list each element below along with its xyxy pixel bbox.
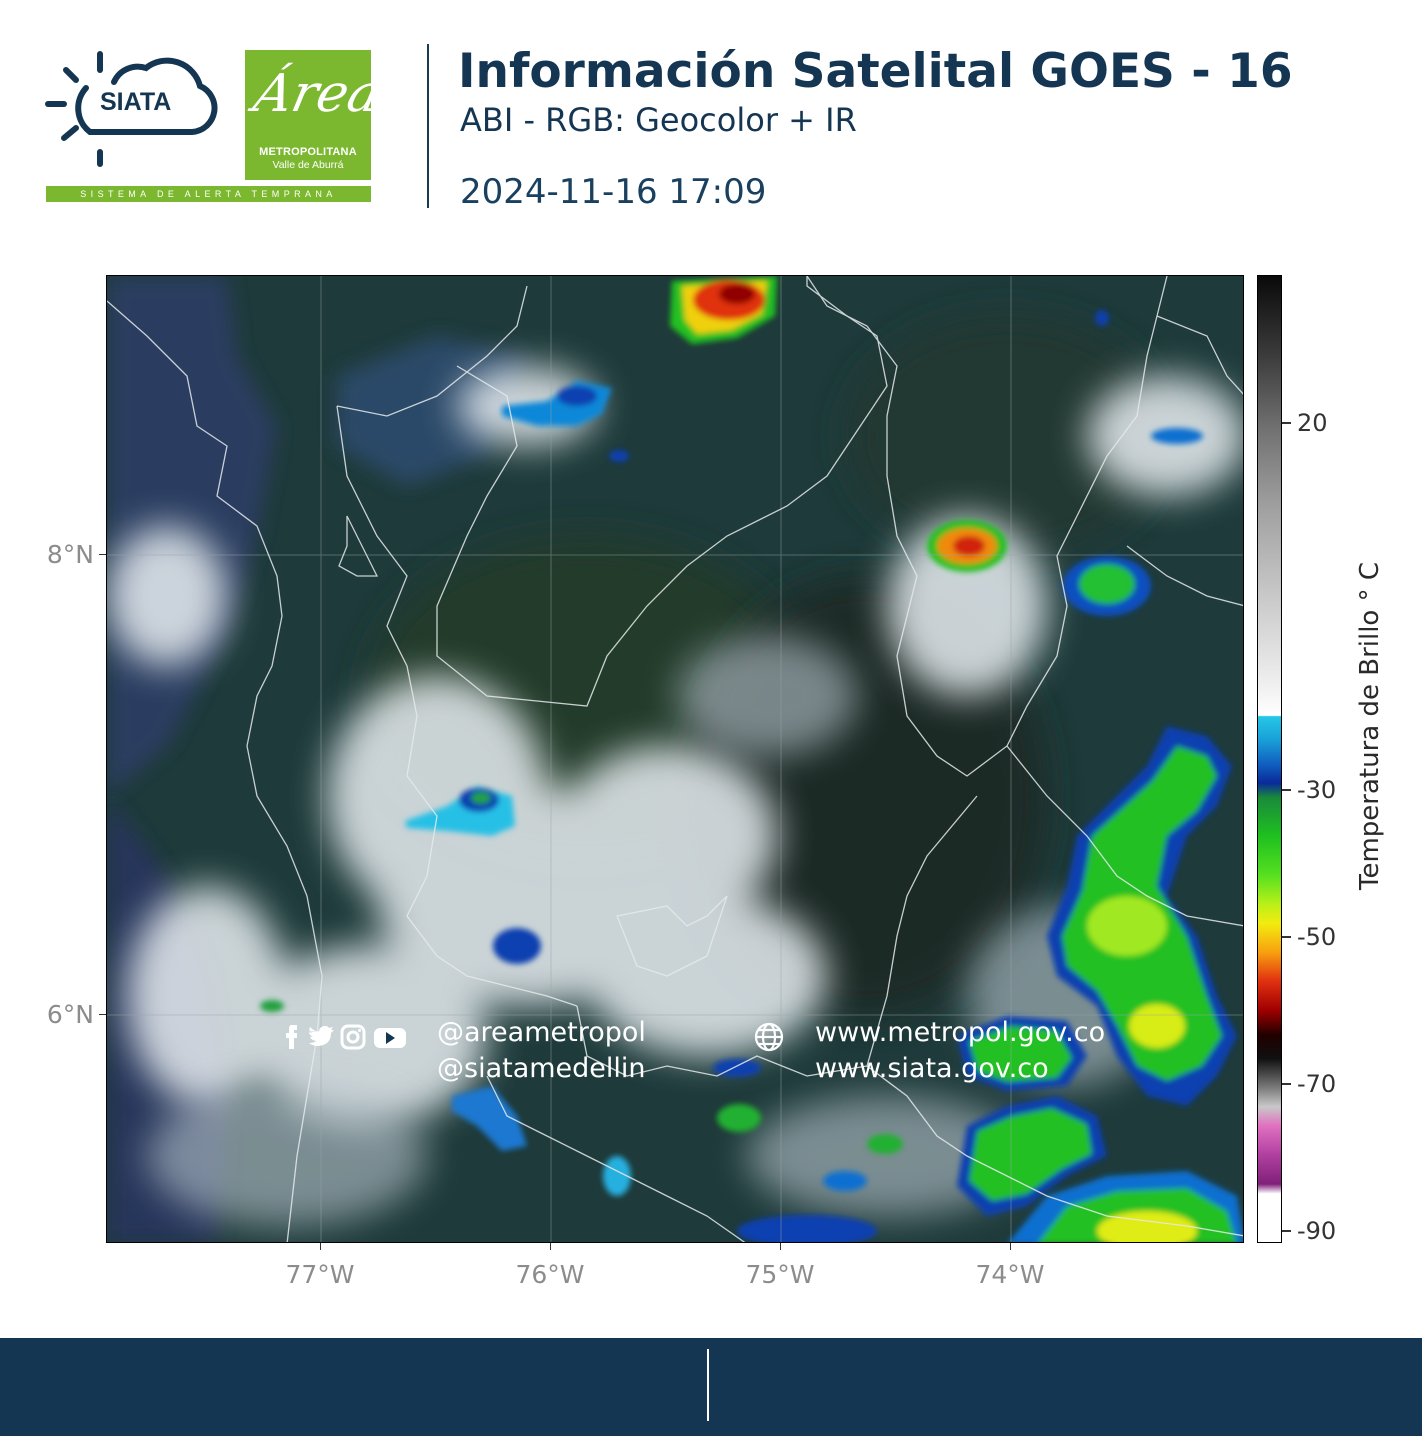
lon-label-74w: 74°W — [975, 1260, 1045, 1289]
colorbar-tick — [1282, 422, 1291, 424]
twitter-icon[interactable] — [306, 1021, 334, 1051]
youtube-icon[interactable] — [372, 1021, 406, 1051]
handle-areametropol[interactable]: @areametropol — [437, 1017, 646, 1049]
lat-tick-8n — [99, 554, 106, 555]
colorbar-label: -90 — [1297, 1217, 1337, 1245]
instagram-icon[interactable] — [340, 1021, 366, 1051]
globe-icon — [754, 1022, 784, 1052]
colorbar-tick — [1282, 1083, 1291, 1085]
footer — [0, 1338, 1422, 1436]
area-metropolitana-logo: Área METROPOLITANA Valle de Aburrá — [245, 50, 386, 180]
lon-tick-74w — [1010, 1243, 1011, 1250]
satellite-map — [106, 275, 1244, 1243]
colorbar-label: 20 — [1297, 409, 1328, 437]
lon-label-76w: 76°W — [515, 1260, 585, 1289]
lon-label-77w: 77°W — [285, 1260, 355, 1289]
handle-siatamedellin[interactable]: @siatamedellin — [437, 1053, 646, 1085]
lat-label-8n: 8°N — [46, 540, 94, 569]
footer-divider — [707, 1349, 709, 1421]
page-subtitle: ABI - RGB: Geocolor + IR — [460, 101, 857, 139]
colorbar-label: -70 — [1297, 1070, 1337, 1098]
lat-tick-6n — [99, 1014, 106, 1015]
colorbar-tick — [1282, 936, 1291, 938]
siata-logo-text: SIATA — [100, 88, 172, 116]
page-title: Información Satelital GOES - 16 — [458, 44, 1293, 99]
colorbar-label: -30 — [1297, 776, 1337, 804]
facebook-icon[interactable] — [282, 1021, 300, 1051]
area-logo-line2: Valle de Aburrá — [272, 159, 344, 171]
siata-tagline: SISTEMA DE ALERTA TEMPRANA — [46, 186, 371, 202]
lon-tick-77w — [320, 1243, 321, 1250]
url-siata[interactable]: www.siata.gov.co — [815, 1053, 1049, 1085]
siata-logo: SIATA — [42, 46, 227, 176]
lon-tick-75w — [780, 1243, 781, 1250]
header-divider — [427, 44, 429, 208]
lat-label-6n: 6°N — [46, 1000, 94, 1029]
timestamp: 2024-11-16 17:09 — [460, 172, 767, 212]
temperature-colorbar — [1257, 275, 1282, 1243]
area-logo-script: Área — [248, 64, 386, 124]
lon-label-75w: 75°W — [745, 1260, 815, 1289]
lon-tick-76w — [550, 1243, 551, 1250]
area-logo-line1: METROPOLITANA — [259, 146, 357, 158]
colorbar-tick — [1282, 1230, 1291, 1232]
colorbar-tick — [1282, 789, 1291, 791]
colorbar-title: Temperatura de Brillo ° C — [1355, 561, 1385, 890]
colorbar-label: -50 — [1297, 923, 1337, 951]
url-metropol[interactable]: www.metropol.gov.co — [815, 1017, 1105, 1049]
